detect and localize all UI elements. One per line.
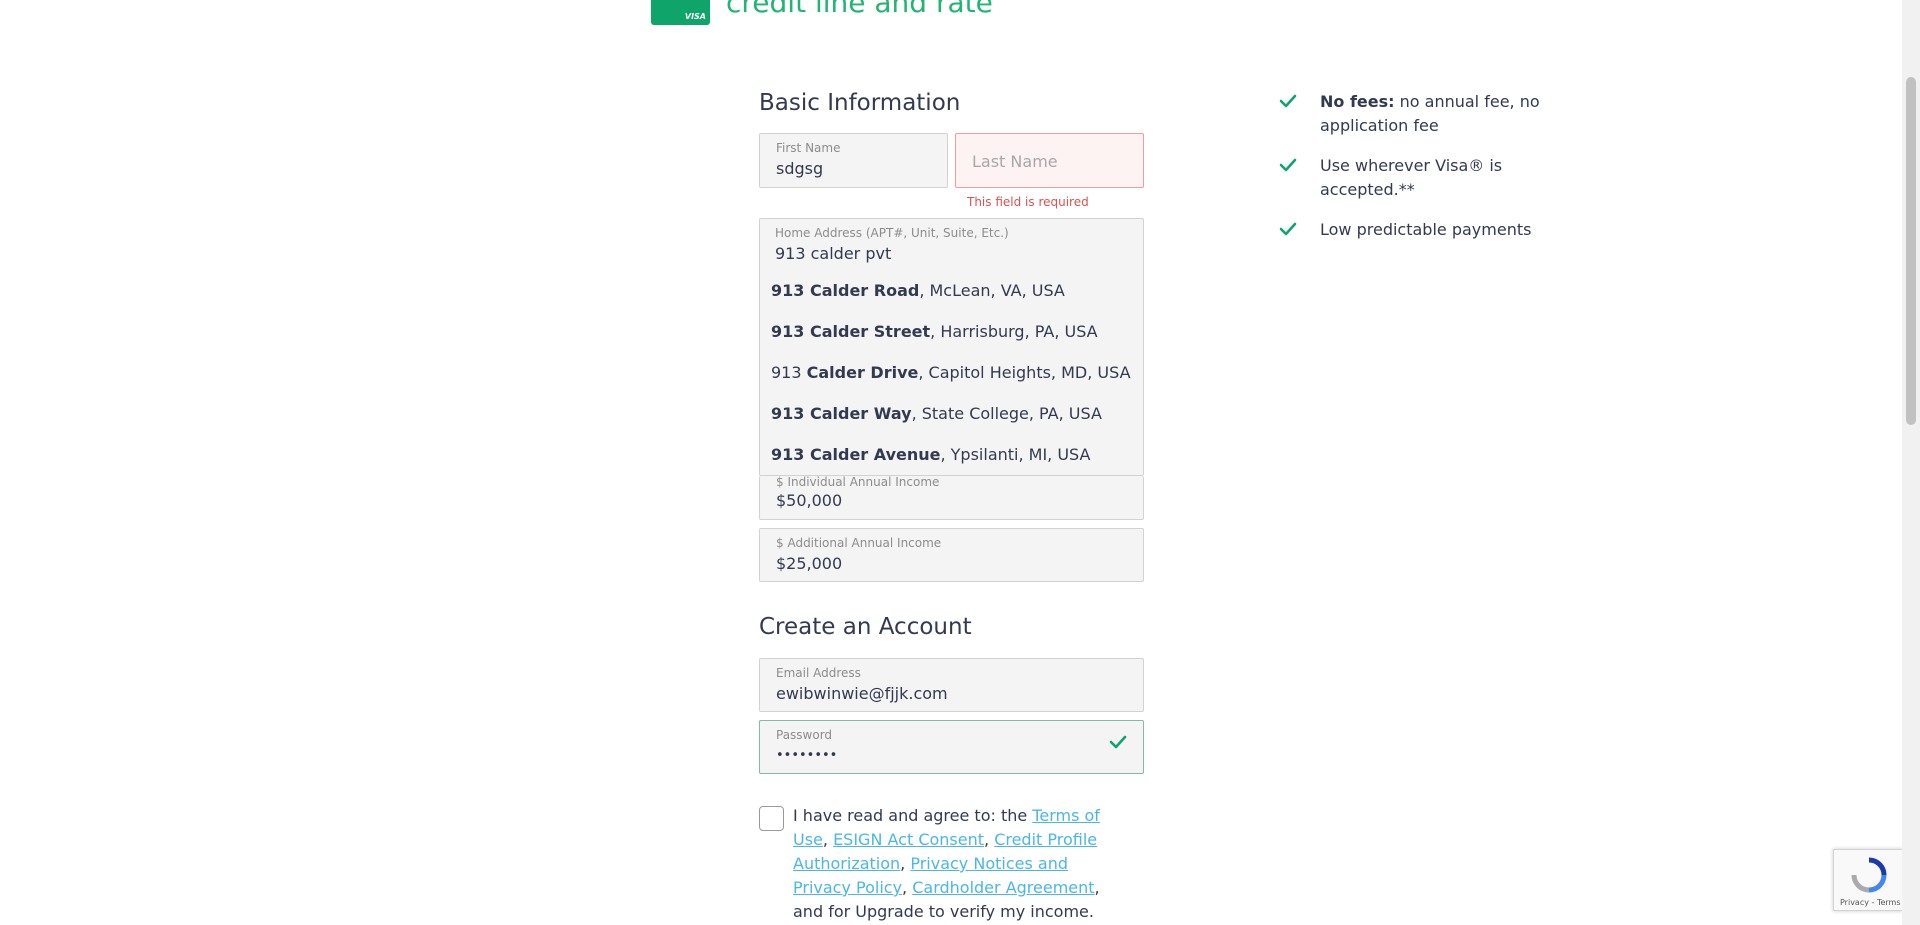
recaptcha-icon bbox=[1851, 857, 1887, 893]
individual-income-field[interactable]: $ Individual Annual Income $50,000 bbox=[759, 475, 1144, 520]
suggestion-bold: 913 Calder Way bbox=[771, 404, 912, 423]
suggestion-bold: 913 Calder Street bbox=[771, 322, 931, 341]
email-label: Email Address bbox=[776, 666, 861, 680]
individual-income-label: $ Individual Annual Income bbox=[776, 475, 940, 489]
address-suggestion[interactable]: 913 Calder Road, McLean, VA, USA bbox=[771, 281, 1065, 300]
first-name-field[interactable]: First Name sdgsg bbox=[759, 133, 948, 188]
password-field[interactable]: Password •••••••• bbox=[759, 720, 1144, 774]
address-suggestion[interactable]: 913 Calder Avenue, Ypsilanti, MI, USA bbox=[771, 445, 1090, 464]
card-logo: VISA bbox=[651, 0, 710, 25]
address-suggestion[interactable]: 913 Calder Street, Harrisburg, PA, USA bbox=[771, 322, 1098, 341]
suggestion-bold: 913 Calder Avenue bbox=[771, 445, 941, 464]
terms-separator: , bbox=[902, 878, 913, 897]
suggestion-bold: 913 Calder Road bbox=[771, 281, 920, 300]
terms-text: I have read and agree to: the Terms of U… bbox=[793, 804, 1113, 924]
recaptcha-text[interactable]: Privacy - Terms bbox=[1840, 898, 1901, 907]
last-name-error: This field is required bbox=[967, 195, 1089, 209]
checkmark-icon bbox=[1279, 158, 1297, 172]
last-name-placeholder: Last Name bbox=[972, 152, 1058, 171]
benefit-detail: Use wherever Visa® is accepted.** bbox=[1320, 156, 1503, 199]
page-scrollbar[interactable] bbox=[1902, 0, 1920, 925]
hero-title: credit line and rate bbox=[726, 0, 993, 19]
benefit-text: No fees: no annual fee, no application f… bbox=[1320, 90, 1540, 138]
suggestion-rest: , McLean, VA, USA bbox=[919, 281, 1065, 300]
checkmark-icon bbox=[1279, 94, 1297, 108]
valid-check-icon bbox=[1109, 735, 1127, 749]
suggestion-bold: Calder Drive bbox=[806, 363, 919, 382]
esign-consent-link[interactable]: ESIGN Act Consent bbox=[833, 830, 984, 849]
additional-income-label: $ Additional Annual Income bbox=[776, 536, 942, 550]
address-suggestion[interactable]: 913 Calder Drive, Capitol Heights, MD, U… bbox=[771, 363, 1131, 382]
suggestion-rest: , Harrisburg, PA, USA bbox=[930, 322, 1098, 341]
home-address-value: 913 calder pvt bbox=[775, 244, 892, 263]
terms-separator: , bbox=[900, 854, 911, 873]
recaptcha-badge[interactable]: Privacy - Terms bbox=[1833, 849, 1903, 911]
email-value: ewibwinwie@fjjk.com bbox=[776, 684, 948, 703]
suggestion-rest: , Capitol Heights, MD, USA bbox=[918, 363, 1131, 382]
individual-income-value: $50,000 bbox=[776, 491, 843, 510]
last-name-field[interactable]: Last Name bbox=[955, 133, 1144, 188]
password-label: Password bbox=[776, 728, 833, 742]
terms-checkbox[interactable] bbox=[759, 806, 784, 831]
home-address-label: Home Address (APT#, Unit, Suite, Etc.) bbox=[775, 226, 1009, 240]
terms-separator: , bbox=[984, 830, 995, 849]
benefit-bold: No fees: bbox=[1320, 92, 1395, 111]
password-value: •••••••• bbox=[776, 748, 838, 763]
scrollbar-thumb[interactable] bbox=[1906, 77, 1916, 425]
checkmark-icon bbox=[1279, 222, 1297, 236]
address-suggestion[interactable]: 913 Calder Way, State College, PA, USA bbox=[771, 404, 1102, 423]
suggestion-rest: , State College, PA, USA bbox=[911, 404, 1102, 423]
basic-info-title: Basic Information bbox=[759, 90, 961, 116]
email-field[interactable]: Email Address ewibwinwie@fjjk.com bbox=[759, 658, 1144, 712]
cardholder-agreement-link[interactable]: Cardholder Agreement bbox=[912, 878, 1094, 897]
terms-separator: , bbox=[822, 830, 834, 849]
terms-prefix: I have read and agree to: the bbox=[793, 806, 1033, 825]
benefit-text: Use wherever Visa® is accepted.** bbox=[1320, 154, 1540, 202]
benefit-text: Low predictable payments bbox=[1320, 218, 1540, 242]
additional-income-value: $25,000 bbox=[776, 554, 843, 573]
create-account-title: Create an Account bbox=[759, 614, 972, 640]
first-name-value: sdgsg bbox=[776, 159, 824, 178]
benefit-detail: Low predictable payments bbox=[1320, 220, 1532, 239]
additional-income-field[interactable]: $ Additional Annual Income $25,000 bbox=[759, 528, 1144, 582]
home-address-field[interactable]: Home Address (APT#, Unit, Suite, Etc.) 9… bbox=[759, 218, 1144, 476]
card-brand: VISA bbox=[684, 12, 706, 21]
suggestion-plain: 913 bbox=[771, 363, 807, 382]
first-name-label: First Name bbox=[776, 141, 841, 155]
suggestion-rest: , Ypsilanti, MI, USA bbox=[940, 445, 1091, 464]
